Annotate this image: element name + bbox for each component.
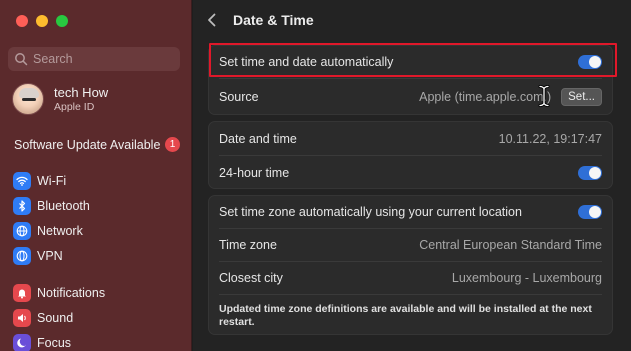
time-zone-card: Set time zone automatically using your c… <box>208 195 613 335</box>
closest-city-label: Closest city <box>219 271 283 285</box>
sidebar: tech How Apple ID Software Update Availa… <box>0 0 192 351</box>
sidebar-item-label: Focus <box>37 335 72 350</box>
tz-auto-label: Set time zone automatically using your c… <box>219 205 522 219</box>
avatar <box>12 83 44 115</box>
date-time-value[interactable]: 10.11.22, 19:17:47 <box>499 132 602 146</box>
back-chevron-icon[interactable] <box>207 11 221 29</box>
sidebar-item-label: Bluetooth <box>37 198 90 213</box>
sidebar-item-label: Sound <box>37 310 74 325</box>
sidebar-item-label: Network <box>37 223 83 238</box>
bluetooth-icon <box>13 196 31 215</box>
time-zone-value: Central European Standard Time <box>419 238 602 252</box>
closest-city-value: Luxembourg - Luxembourg <box>451 271 602 285</box>
sidebar-item-bluetooth[interactable]: Bluetooth <box>13 193 105 218</box>
time-zone-row: Time zone Central European Standard Time <box>209 229 612 261</box>
hour24-row: 24-hour time <box>209 156 612 189</box>
close-window-button[interactable] <box>16 15 28 27</box>
page-title: Date & Time <box>233 12 314 28</box>
sidebar-item-notifications[interactable]: Notifications <box>13 280 105 305</box>
sidebar-item-vpn[interactable]: VPN <box>13 243 105 268</box>
sidebar-item-label: Notifications <box>37 285 106 300</box>
zoom-window-button[interactable] <box>56 15 68 27</box>
highlight-box <box>209 43 617 77</box>
date-time-label: Date and time <box>219 131 297 146</box>
sidebar-item-network[interactable]: Network <box>13 218 105 243</box>
vpn-icon <box>13 246 31 265</box>
hour24-toggle[interactable] <box>578 165 602 180</box>
date-time-card: Date and time 10.11.22, 19:17:47 24-hour… <box>208 121 613 189</box>
speaker-icon <box>13 308 31 327</box>
set-source-button[interactable]: Set... <box>561 88 602 106</box>
date-time-row: Date and time 10.11.22, 19:17:47 <box>209 122 612 155</box>
tz-update-note: Updated time zone definitions are availa… <box>219 303 592 328</box>
source-label: Source <box>219 90 259 104</box>
profile-subtitle: Apple ID <box>54 101 95 113</box>
apple-id-profile[interactable]: tech How Apple ID <box>12 83 108 115</box>
software-update-label: Software Update Available <box>14 137 161 152</box>
source-row: Source Apple (time.apple.com.) Set... <box>209 79 612 115</box>
moon-icon <box>13 333 31 351</box>
sidebar-list: Wi-Fi Bluetooth Network VPN Notification… <box>13 168 105 351</box>
sidebar-item-wifi[interactable]: Wi-Fi <box>13 168 105 193</box>
text-cursor-icon <box>538 85 550 107</box>
sidebar-item-focus[interactable]: Focus <box>13 330 105 351</box>
search-field[interactable] <box>8 47 180 71</box>
globe-icon <box>13 221 31 240</box>
closest-city-row: Closest city Luxembourg - Luxembourg <box>209 262 612 294</box>
profile-name: tech How <box>54 85 109 100</box>
sidebar-item-sound[interactable]: Sound <box>13 305 105 330</box>
sidebar-item-label: Wi-Fi <box>37 173 67 188</box>
minimize-window-button[interactable] <box>36 15 48 27</box>
bell-icon <box>13 283 31 302</box>
hour24-label: 24-hour time <box>219 165 290 180</box>
tz-auto-toggle[interactable] <box>578 205 602 219</box>
update-count-badge: 1 <box>165 137 180 152</box>
window-controls <box>16 15 68 27</box>
time-zone-label: Time zone <box>219 238 277 252</box>
wifi-icon <box>13 171 31 190</box>
sidebar-item-label: VPN <box>37 248 63 263</box>
search-input[interactable] <box>33 52 173 66</box>
source-value: Apple (time.apple.com.) <box>419 90 552 104</box>
tz-auto-row: Set time zone automatically using your c… <box>209 196 612 228</box>
software-update-item[interactable]: Software Update Available 1 <box>14 137 180 152</box>
search-icon <box>15 53 28 66</box>
